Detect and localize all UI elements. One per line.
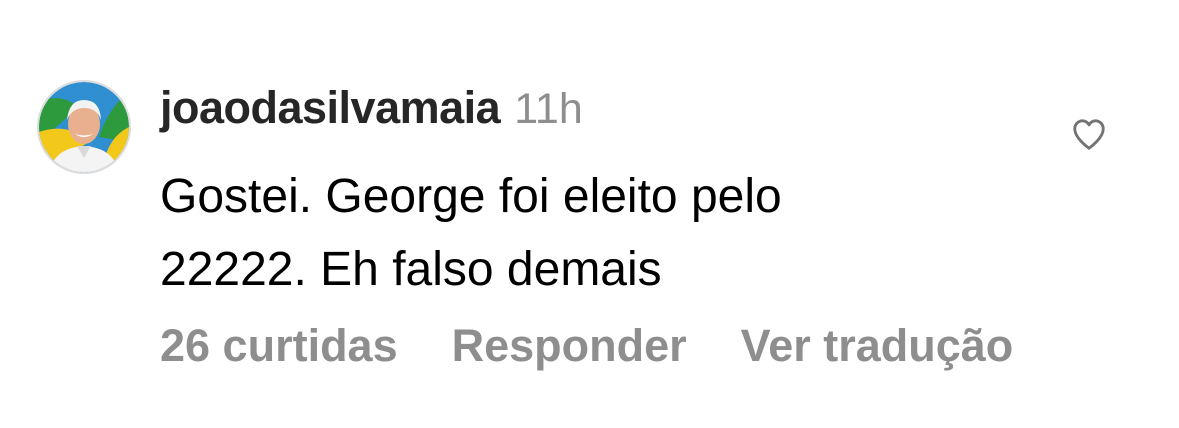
timestamp: 11h [514,85,583,133]
comment-text-line-2: 22222. Eh falso demais [160,243,662,296]
likes-count-button[interactable]: 26 curtidas [160,320,398,372]
translate-button[interactable]: Ver tradução [741,320,1014,372]
heart-icon[interactable] [1071,117,1107,151]
comment-actions: 26 curtidas Responder Ver tradução [160,320,1013,372]
comment-text: Gostei. George foi eleito pelo 22222. Eh… [160,160,1020,306]
username[interactable]: joaodasilvamaia [160,82,501,134]
reply-button[interactable]: Responder [452,320,687,372]
comment-text-line-1: Gostei. George foi eleito pelo [160,170,782,223]
avatar-photo [39,82,129,172]
comment-row: joaodasilvamaia 11h Gostei. George foi e… [0,0,1179,428]
avatar[interactable] [37,80,131,174]
comment-header: joaodasilvamaia 11h [160,82,583,142]
